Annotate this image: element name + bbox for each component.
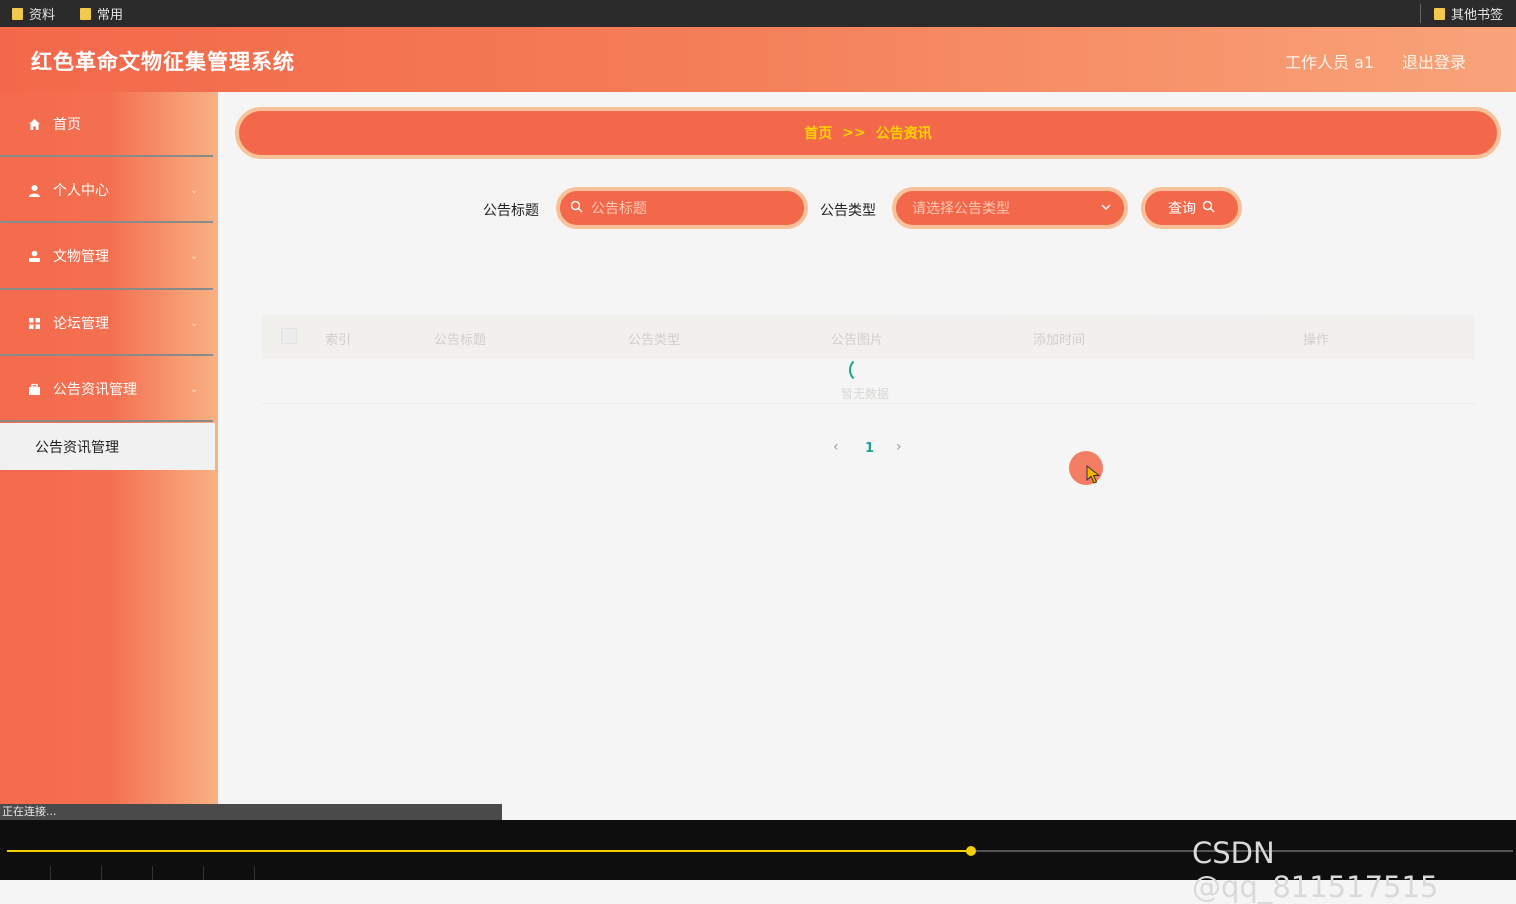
user-icon (27, 183, 41, 197)
title-search-placeholder: 公告标题 (591, 201, 647, 217)
chevron-down-icon: ⌄ (190, 383, 199, 395)
column-header: 公告类型 (628, 333, 681, 348)
player-control[interactable] (153, 866, 204, 880)
sidebar-item-announcement-management[interactable]: 公告资讯管理 ⌄ (0, 357, 213, 421)
table-header: 索引 公告标题 公告类型 公告图片 添加时间 操作 (262, 315, 1475, 359)
logout-link[interactable]: 退出登录 (1402, 49, 1466, 73)
query-button[interactable]: 查询 (1141, 187, 1242, 229)
player-control[interactable] (102, 866, 153, 880)
bookmark-folder[interactable]: 常用 (80, 0, 123, 27)
sidebar-item-label: 公告资讯管理 (53, 382, 137, 398)
folder-icon (1434, 7, 1445, 20)
loading-spinner-icon (849, 357, 875, 383)
chevron-down-icon: ⌄ (190, 317, 199, 329)
select-all-checkbox[interactable] (281, 328, 297, 344)
other-bookmarks[interactable]: 其他书签 (1434, 0, 1503, 27)
current-user: 工作人员 a1 (1285, 53, 1375, 72)
type-filter-label: 公告类型 (820, 203, 876, 219)
briefcase-icon (27, 382, 41, 396)
grid-icon (27, 316, 41, 330)
breadcrumb-current: 公告资讯 (875, 126, 932, 142)
sidebar-divider (0, 288, 213, 290)
loading-text: 暂无数据 (841, 387, 890, 401)
title-search-input[interactable]: 公告标题 (556, 187, 808, 229)
pagination-next[interactable]: › (896, 439, 902, 455)
column-header: 公告标题 (434, 333, 487, 348)
breadcrumb: 首页 >> 公告资讯 (235, 107, 1501, 159)
bookmark-folder[interactable]: 资料 (12, 0, 55, 27)
column-header: 公告图片 (831, 333, 884, 348)
mouse-cursor-icon (1086, 464, 1102, 490)
breadcrumb-home[interactable]: 首页 (804, 123, 832, 143)
sidebar: 首页 个人中心 ⌄ 文物管理 ⌄ 论坛管理 ⌄ 公告资讯管理 ⌄ 公告资讯管理 (0, 92, 218, 804)
player-control[interactable] (0, 866, 51, 880)
bookmark-label: 资料 (29, 8, 56, 23)
column-header: 操作 (1303, 333, 1330, 348)
submenu-announcement-management[interactable]: 公告资讯管理 (0, 423, 215, 470)
sidebar-item-label: 个人中心 (53, 183, 109, 199)
column-header: 添加时间 (1033, 333, 1086, 348)
pagination-prev[interactable]: ‹ (833, 439, 839, 455)
player-controls (0, 866, 255, 880)
status-bar: 正在连接... (0, 804, 502, 820)
sidebar-item-home[interactable]: 首页 (0, 92, 213, 156)
chevron-down-icon: ⌄ (190, 184, 199, 196)
folder-icon (80, 7, 91, 20)
search-icon (1202, 200, 1215, 217)
title-filter-label: 公告标题 (483, 203, 539, 219)
person-icon (27, 249, 41, 263)
sidebar-item-label: 首页 (53, 117, 81, 133)
sidebar-item-label: 论坛管理 (53, 316, 109, 332)
video-progress-handle[interactable] (966, 846, 976, 856)
sidebar-divider (0, 221, 213, 223)
type-select[interactable]: 请选择公告类型 (892, 187, 1128, 229)
home-icon (27, 117, 41, 131)
player-control[interactable] (51, 866, 102, 880)
sidebar-item-personal-center[interactable]: 个人中心 ⌄ (0, 158, 213, 222)
bookmark-label: 常用 (97, 8, 124, 23)
search-icon (570, 200, 583, 217)
sidebar-divider (0, 420, 213, 422)
chevron-down-icon: ⌄ (190, 250, 199, 262)
folder-icon (12, 7, 23, 20)
app-header: 红色革命文物征集管理系统 工作人员 a1 退出登录 (0, 27, 1516, 92)
sidebar-divider (0, 354, 213, 356)
other-bookmarks-label: 其他书签 (1451, 8, 1504, 23)
sidebar-item-label: 文物管理 (53, 249, 109, 265)
query-button-label: 查询 (1168, 201, 1196, 217)
app-title: 红色革命文物征集管理系统 (31, 50, 295, 74)
watermark: CSDN @qq_811517515 (1192, 836, 1439, 904)
pagination-current-page[interactable]: 1 (865, 441, 874, 456)
chevron-down-icon (1100, 201, 1112, 216)
video-progress-fill (7, 850, 971, 852)
sidebar-item-forum-management[interactable]: 论坛管理 ⌄ (0, 291, 213, 355)
bookmark-separator (1420, 4, 1421, 23)
sidebar-divider (0, 155, 213, 157)
breadcrumb-separator: >> (842, 125, 866, 141)
sidebar-item-relic-management[interactable]: 文物管理 ⌄ (0, 224, 213, 288)
type-select-placeholder: 请选择公告类型 (912, 201, 1010, 217)
player-control[interactable] (204, 866, 255, 880)
bookmarks-bar: 资料 常用 其他书签 (0, 0, 1516, 27)
column-header: 索引 (325, 333, 352, 348)
